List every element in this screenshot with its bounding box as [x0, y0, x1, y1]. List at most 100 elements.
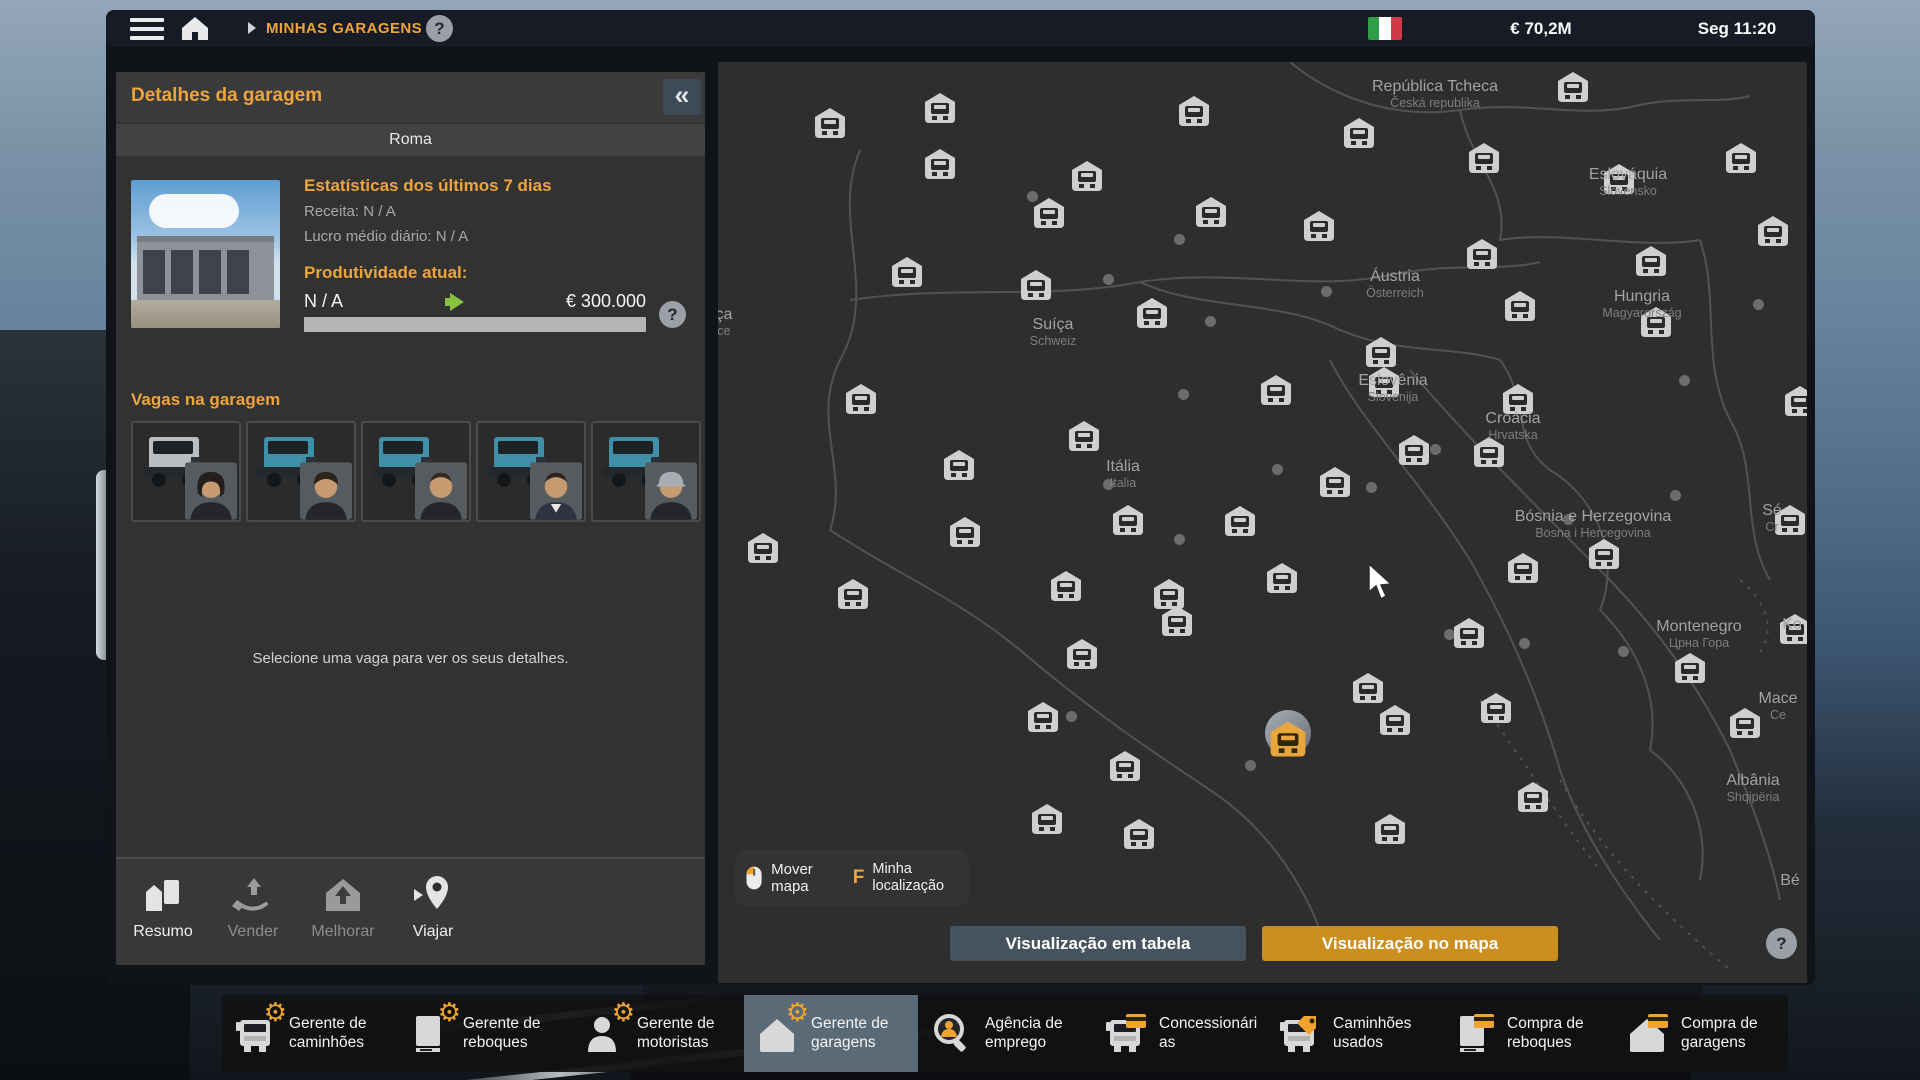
europe-map[interactable]: República TchecaČeská republikaEslováqui…: [718, 62, 1807, 983]
garage-icon[interactable]: [1632, 243, 1670, 278]
garage-icon[interactable]: [1192, 194, 1230, 229]
garage-icon[interactable]: [1365, 364, 1403, 399]
garage-icon[interactable]: [1395, 432, 1433, 467]
garage-icon[interactable]: [1465, 140, 1503, 175]
garage-icon[interactable]: [1477, 690, 1515, 725]
garage-icon[interactable]: [1470, 434, 1508, 469]
garage-icon[interactable]: [744, 530, 782, 565]
garage-slot[interactable]: [591, 421, 701, 522]
garage-icon[interactable]: [1554, 69, 1592, 104]
nav-item-agency[interactable]: Agência de emprego: [918, 995, 1092, 1072]
garage-icon[interactable]: [1109, 502, 1147, 537]
vender-button[interactable]: Vender: [221, 871, 285, 941]
topbar-help-button[interactable]: ?: [426, 15, 453, 42]
nav-item-person-gear[interactable]: ⚙ Gerente de motoristas: [570, 995, 744, 1072]
table-view-button[interactable]: Visualização em tabela: [950, 926, 1246, 961]
garage-icon[interactable]: [842, 381, 880, 416]
nav-item-truck-gear[interactable]: ⚙ Gerente de caminhões: [222, 995, 396, 1072]
garage-icon[interactable]: [1499, 381, 1537, 416]
garage-details-panel: Detalhes da garagem « Roma Estatísticas …: [116, 72, 705, 965]
nav-item-house-card[interactable]: Compra de garagens: [1614, 995, 1788, 1072]
garage-icon[interactable]: [1450, 615, 1488, 650]
truck-tag-icon: [1276, 1010, 1324, 1058]
garage-icon[interactable]: [1501, 288, 1539, 323]
upgrade-icon: [319, 871, 367, 919]
city-dot: [1618, 646, 1629, 657]
garage-icon[interactable]: [1221, 503, 1259, 538]
garage-icon[interactable]: [1030, 195, 1068, 230]
nav-item-truck-card[interactable]: Concessionárias: [1092, 995, 1266, 1072]
garage-icon[interactable]: [1120, 816, 1158, 851]
nav-item-trailer-gear[interactable]: ⚙ Gerente de reboques: [396, 995, 570, 1072]
garage-icon[interactable]: [1504, 550, 1542, 585]
garage-icon[interactable]: [1371, 811, 1409, 846]
nav-item-truck-tag[interactable]: Caminhões usados: [1266, 995, 1440, 1072]
resumo-button[interactable]: Resumo: [131, 871, 195, 941]
viajar-button[interactable]: Viajar: [401, 871, 465, 941]
menu-icon[interactable]: [130, 18, 164, 40]
garage-icon[interactable]: [1024, 699, 1062, 734]
city-dot: [1670, 490, 1681, 501]
garage-icon[interactable]: [1771, 502, 1807, 537]
city-dot: [1519, 638, 1530, 649]
garage-icon[interactable]: [1028, 801, 1066, 836]
productivity-help-button[interactable]: ?: [659, 301, 686, 328]
garage-icon[interactable]: [921, 90, 959, 125]
garage-icon[interactable]: [1340, 115, 1378, 150]
home-icon[interactable]: [180, 15, 210, 42]
garage-icon[interactable]: [921, 146, 959, 181]
garage-icon[interactable]: [1316, 464, 1354, 499]
selected-garage-icon[interactable]: [1266, 718, 1310, 759]
city-dot: [1753, 299, 1764, 310]
collapse-panel-button[interactable]: «: [663, 79, 701, 115]
garage-icon[interactable]: [1257, 372, 1295, 407]
garage-icon[interactable]: [1600, 161, 1638, 196]
nav-item-house-gear[interactable]: ⚙ Gerente de garagens: [744, 995, 918, 1072]
garage-slot[interactable]: [246, 421, 356, 522]
garage-icon[interactable]: [1158, 603, 1196, 638]
garage-icon[interactable]: [1017, 267, 1055, 302]
garage-icon[interactable]: [1068, 158, 1106, 193]
select-slot-hint: Selecione uma vaga para ver os seus deta…: [116, 650, 705, 667]
slots-title: Vagas na garagem: [131, 390, 280, 410]
garage-icon[interactable]: [1463, 236, 1501, 271]
nav-item-trailer-card[interactable]: Compra de reboques: [1440, 995, 1614, 1072]
garage-icon[interactable]: [1781, 383, 1807, 418]
garage-icon[interactable]: [1133, 295, 1171, 330]
map-view-button[interactable]: Visualização no mapa: [1262, 926, 1558, 961]
garage-icon[interactable]: [811, 105, 849, 140]
garage-icon[interactable]: [834, 576, 872, 611]
garage-icon[interactable]: [1175, 93, 1213, 128]
garage-icon[interactable]: [1722, 140, 1760, 175]
garage-icon[interactable]: [1585, 536, 1623, 571]
garage-icon[interactable]: [1376, 702, 1414, 737]
melhorar-button[interactable]: Melhorar: [311, 871, 375, 941]
breadcrumb[interactable]: MINHAS GARAGENS: [266, 20, 422, 37]
garage-icon[interactable]: [1349, 670, 1387, 705]
garage-slot[interactable]: [476, 421, 586, 522]
garage-icon[interactable]: [1637, 304, 1675, 339]
garage-icon[interactable]: [1063, 636, 1101, 671]
city-dot: [1679, 375, 1690, 386]
my-location-label: Minha localização: [872, 861, 959, 894]
garage-icon[interactable]: [940, 447, 978, 482]
garage-icon[interactable]: [1726, 705, 1764, 740]
garage-icon[interactable]: [946, 514, 984, 549]
garage-icon[interactable]: [1300, 208, 1338, 243]
garage-icon[interactable]: [1776, 611, 1807, 646]
garage-icon[interactable]: [888, 254, 926, 289]
garage-slot[interactable]: [361, 421, 471, 522]
garage-icon[interactable]: [1263, 560, 1301, 595]
nav-item-label: Gerente de caminhões: [289, 1015, 393, 1052]
garage-slot[interactable]: [131, 421, 241, 522]
garage-icon[interactable]: [1065, 418, 1103, 453]
trailer-card-icon: [1450, 1010, 1498, 1058]
garage-icon[interactable]: [1754, 213, 1792, 248]
garage-icon[interactable]: [1514, 779, 1552, 814]
map-help-button[interactable]: ?: [1766, 928, 1797, 959]
panel-title: Detalhes da garagem: [131, 85, 322, 107]
garage-icon[interactable]: [1106, 748, 1144, 783]
house-card-icon: [1624, 1010, 1672, 1058]
garage-icon[interactable]: [1671, 650, 1709, 685]
garage-icon[interactable]: [1047, 568, 1085, 603]
